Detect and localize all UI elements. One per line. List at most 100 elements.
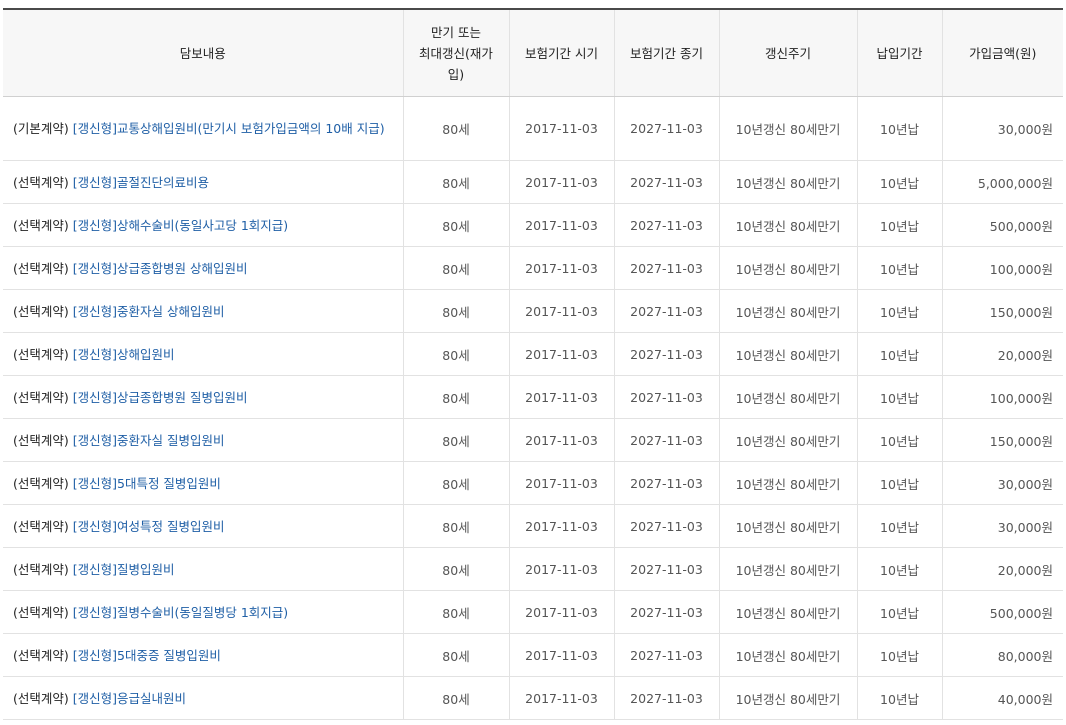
amount-cell: 30,000원 [942,96,1063,161]
coverage-name-link[interactable]: [갱신형]질병수술비(동일질병당 1회지급) [73,605,288,620]
maturity-cell: 80세 [403,504,510,548]
maturity-cell: 80세 [403,160,510,204]
period-end-cell: 2027-11-03 [614,246,720,290]
amount-cell: 150,000원 [942,418,1063,462]
coverage-name-link[interactable]: [갱신형]응급실내원비 [73,691,186,706]
period-start-cell: 2017-11-03 [509,418,615,462]
maturity-cell: 80세 [403,96,510,161]
header-payment-period: 납입기간 [857,9,943,97]
renewal-cycle-cell: 10년갱신 80세만기 [719,203,858,247]
coverage-cell: (선택계약) [갱신형]중환자실 상해입원비 [3,289,404,333]
table-row: (선택계약) [갱신형]질병수술비(동일질병당 1회지급) 80세 2017-11-… [3,590,1063,634]
table-row: (선택계약) [갱신형]5대중증 질병입원비 80세 2017-11-03 2027-… [3,633,1063,677]
coverage-name-link[interactable]: [갱신형]5대특정 질병입원비 [73,476,221,491]
coverage-cell: (선택계약) [갱신형]질병수술비(동일질병당 1회지급) [3,590,404,634]
amount-cell: 150,000원 [942,289,1063,333]
period-start-cell: 2017-11-03 [509,289,615,333]
renewal-cycle-cell: 10년갱신 80세만기 [719,504,858,548]
header-maturity: 만기 또는 최대갱신(재가 입) [403,9,510,97]
period-end-cell: 2027-11-03 [614,418,720,462]
amount-cell: 100,000원 [942,246,1063,290]
maturity-cell: 80세 [403,676,510,720]
table-row: (선택계약) [갱신형]골절진단의료비용 80세 2017-11-03 2027-11… [3,160,1063,204]
coverage-name-link[interactable]: [갱신형]상급종합병원 질병입원비 [73,390,248,405]
coverage-name-link[interactable]: [갱신형]질병입원비 [73,562,175,577]
coverage-name-link[interactable]: [갱신형]상해수술비(동일사고당 1회지급) [73,218,288,233]
renewal-cycle-cell: 10년갱신 80세만기 [719,160,858,204]
period-end-cell: 2027-11-03 [614,504,720,548]
coverage-name-link[interactable]: [갱신형]상해입원비 [73,347,175,362]
period-end-cell: 2027-11-03 [614,676,720,720]
coverage-cell: (선택계약) [갱신형]상급종합병원 질병입원비 [3,375,404,419]
period-start-cell: 2017-11-03 [509,633,615,677]
period-end-cell: 2027-11-03 [614,96,720,161]
payment-period-cell: 10년납 [857,590,943,634]
coverage-name-link[interactable]: [갱신형]중환자실 상해입원비 [73,304,225,319]
renewal-cycle-cell: 10년갱신 80세만기 [719,332,858,376]
period-start-cell: 2017-11-03 [509,160,615,204]
table-row: (선택계약) [갱신형]5대특정 질병입원비 80세 2017-11-03 2027-… [3,461,1063,505]
table-row: (선택계약) [갱신형]여성특정 질병입원비 80세 2017-11-03 2027-… [3,504,1063,548]
period-end-cell: 2027-11-03 [614,160,720,204]
renewal-cycle-cell: 10년갱신 80세만기 [719,375,858,419]
maturity-cell: 80세 [403,246,510,290]
maturity-cell: 80세 [403,633,510,677]
payment-period-cell: 10년납 [857,96,943,161]
coverage-cell: (선택계약) [갱신형]응급실내원비 [3,676,404,720]
payment-period-cell: 10년납 [857,246,943,290]
renewal-cycle-cell: 10년갱신 80세만기 [719,633,858,677]
coverage-cell: (선택계약) [갱신형]상해수술비(동일사고당 1회지급) [3,203,404,247]
table-row: (선택계약) [갱신형]중환자실 상해입원비 80세 2017-11-03 2027-… [3,289,1063,333]
table-row: (기본계약) [갱신형]교통상해입원비(만기시 보험가입금액의 10배 지급) 8… [3,96,1063,161]
coverage-cell: (기본계약) [갱신형]교통상해입원비(만기시 보험가입금액의 10배 지급) [3,96,404,161]
amount-cell: 30,000원 [942,504,1063,548]
renewal-cycle-cell: 10년갱신 80세만기 [719,676,858,720]
amount-cell: 20,000원 [942,547,1063,591]
period-end-cell: 2027-11-03 [614,289,720,333]
contract-type-label: (선택계약) [13,174,69,190]
renewal-cycle-cell: 10년갱신 80세만기 [719,461,858,505]
maturity-cell: 80세 [403,289,510,333]
coverage-name-link[interactable]: [갱신형]골절진단의료비용 [73,175,209,190]
maturity-cell: 80세 [403,375,510,419]
period-end-cell: 2027-11-03 [614,633,720,677]
renewal-cycle-cell: 10년갱신 80세만기 [719,246,858,290]
table-body: (기본계약) [갱신형]교통상해입원비(만기시 보험가입금액의 10배 지급) 8… [3,96,1063,720]
coverage-table: 담보내용 만기 또는 최대갱신(재가 입) 보험기간 시기 보험기간 종기 갱신… [3,8,1063,720]
contract-type-label: (선택계약) [13,647,69,663]
coverage-name-link[interactable]: [갱신형]여성특정 질병입원비 [73,519,225,534]
renewal-cycle-cell: 10년갱신 80세만기 [719,289,858,333]
coverage-cell: (선택계약) [갱신형]5대중증 질병입원비 [3,633,404,677]
header-coverage: 담보내용 [3,9,404,97]
contract-type-label: (선택계약) [13,475,69,491]
table-row: (선택계약) [갱신형]상급종합병원 상해입원비 80세 2017-11-03 202… [3,246,1063,290]
coverage-name-link[interactable]: [갱신형]중환자실 질병입원비 [73,433,225,448]
period-start-cell: 2017-11-03 [509,375,615,419]
amount-cell: 80,000원 [942,633,1063,677]
coverage-cell: (선택계약) [갱신형]상급종합병원 상해입원비 [3,246,404,290]
contract-type-label: (선택계약) [13,432,69,448]
payment-period-cell: 10년납 [857,160,943,204]
amount-cell: 40,000원 [942,676,1063,720]
renewal-cycle-cell: 10년갱신 80세만기 [719,547,858,591]
coverage-cell: (선택계약) [갱신형]여성특정 질병입원비 [3,504,404,548]
payment-period-cell: 10년납 [857,504,943,548]
contract-type-label: (기본계약) [13,121,69,136]
payment-period-cell: 10년납 [857,203,943,247]
contract-type-label: (선택계약) [13,346,69,362]
contract-type-label: (선택계약) [13,303,69,319]
period-start-cell: 2017-11-03 [509,676,615,720]
period-start-cell: 2017-11-03 [509,96,615,161]
amount-cell: 500,000원 [942,203,1063,247]
maturity-cell: 80세 [403,590,510,634]
period-start-cell: 2017-11-03 [509,246,615,290]
period-end-cell: 2027-11-03 [614,332,720,376]
coverage-name-link[interactable]: [갱신형]교통상해입원비(만기시 보험가입금액의 10배 지급) [73,121,385,136]
contract-type-label: (선택계약) [13,690,69,706]
maturity-cell: 80세 [403,461,510,505]
coverage-name-link[interactable]: [갱신형]5대중증 질병입원비 [73,648,221,663]
contract-type-label: (선택계약) [13,217,69,233]
payment-period-cell: 10년납 [857,289,943,333]
coverage-name-link[interactable]: [갱신형]상급종합병원 상해입원비 [73,261,248,276]
period-start-cell: 2017-11-03 [509,504,615,548]
